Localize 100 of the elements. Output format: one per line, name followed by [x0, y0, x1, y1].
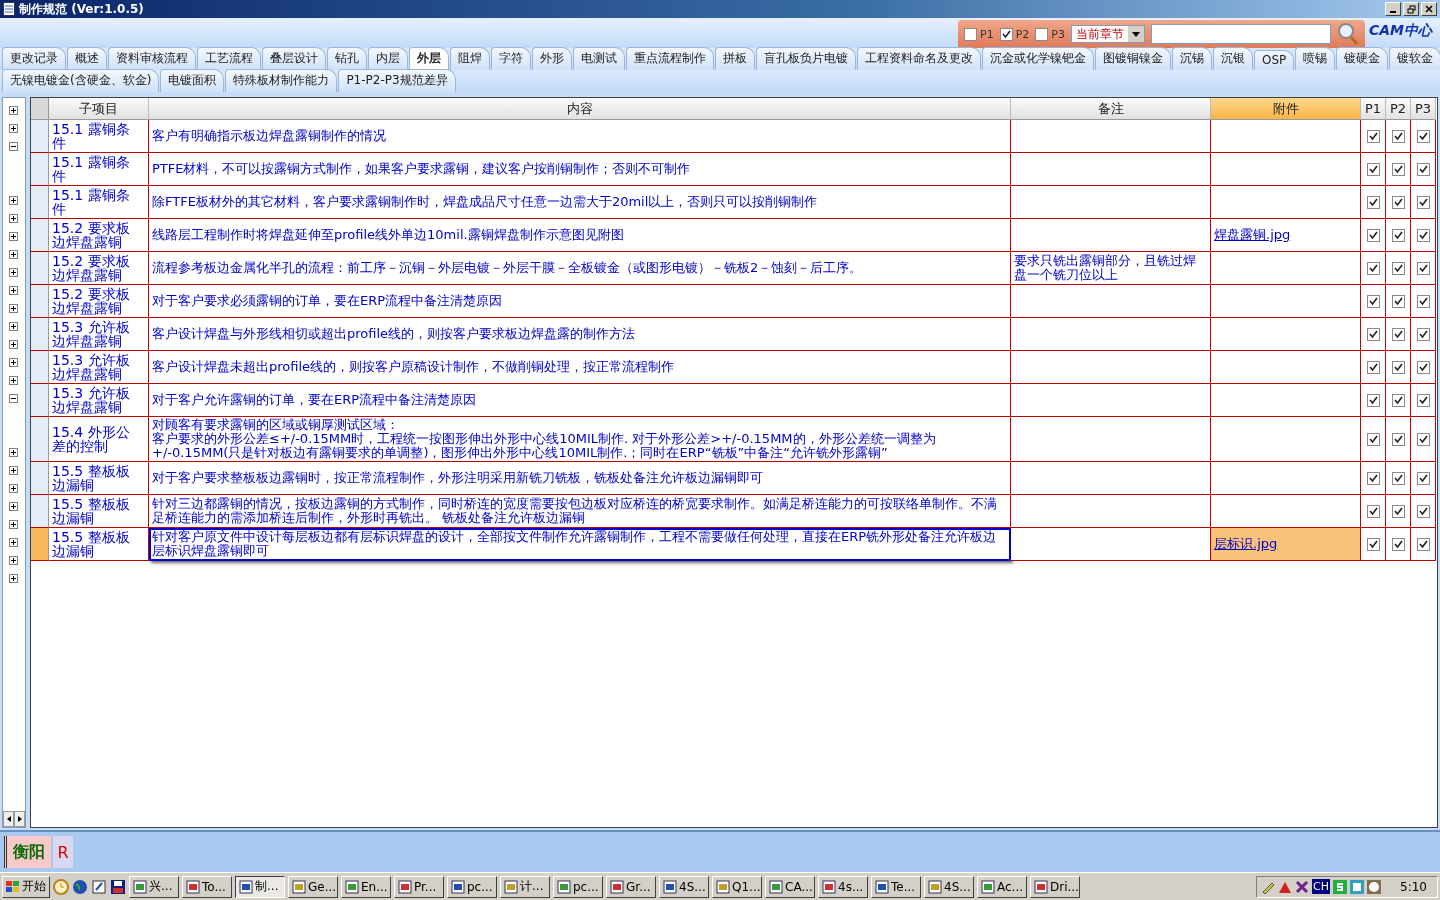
checkbox[interactable]: [1366, 504, 1380, 518]
taskbar-button[interactable]: 4S...: [924, 875, 974, 898]
taskbar-button[interactable]: CA...: [765, 875, 815, 898]
column-header[interactable]: P2: [1386, 98, 1411, 120]
taskbar-button[interactable]: Ac...: [977, 875, 1027, 898]
row-header[interactable]: [31, 252, 49, 285]
minimize-button[interactable]: [1385, 2, 1401, 16]
checkbox[interactable]: [1035, 27, 1049, 41]
expand-node[interactable]: [9, 376, 18, 385]
checkbox[interactable]: [1366, 228, 1380, 242]
row-header[interactable]: [31, 285, 49, 318]
checkbox[interactable]: [1366, 162, 1380, 176]
taskbar-button[interactable]: Pr...: [394, 875, 444, 898]
tab[interactable]: 钻孔: [327, 47, 367, 70]
checkbox[interactable]: [1391, 261, 1405, 275]
taskbar-button[interactable]: Dri...: [1030, 875, 1080, 898]
row-header[interactable]: [31, 528, 49, 561]
tab[interactable]: P1-P2-P3规范差异: [338, 69, 456, 92]
column-header[interactable]: 子项目: [49, 98, 149, 120]
expand-node[interactable]: [9, 502, 18, 511]
expand-node[interactable]: [9, 286, 18, 295]
taskbar-button[interactable]: Ge...: [288, 875, 338, 898]
expand-node[interactable]: [9, 304, 18, 313]
taskbar-button[interactable]: 计...: [500, 875, 550, 898]
row-header[interactable]: [31, 384, 49, 417]
expand-node[interactable]: [9, 232, 18, 241]
expand-node[interactable]: [9, 448, 18, 457]
tab[interactable]: 沉金或化学镍钯金: [982, 47, 1094, 70]
checkbox[interactable]: [1391, 129, 1405, 143]
tab[interactable]: 工艺流程: [197, 47, 261, 70]
tab[interactable]: 沉银: [1213, 47, 1253, 70]
tab[interactable]: 镀硬金: [1336, 47, 1389, 70]
checkbox[interactable]: [1416, 261, 1430, 275]
tab[interactable]: 外形: [532, 47, 572, 70]
expand-node[interactable]: [9, 538, 18, 547]
taskbar-button[interactable]: 4S...: [659, 875, 709, 898]
taskbar-button[interactable]: En...: [341, 875, 391, 898]
tab[interactable]: 喷锡: [1295, 47, 1336, 70]
scroll-left-button[interactable]: [3, 811, 14, 827]
checkbox[interactable]: [1416, 432, 1430, 446]
expand-node[interactable]: [9, 268, 18, 277]
tab[interactable]: 更改记录: [2, 47, 66, 70]
expand-node[interactable]: [9, 214, 18, 223]
expand-node[interactable]: [9, 340, 18, 349]
checkbox[interactable]: [1416, 327, 1430, 341]
column-header[interactable]: 附件: [1211, 98, 1361, 120]
cross-icon[interactable]: [1295, 879, 1310, 894]
taskbar-button[interactable]: To...: [182, 875, 232, 898]
tab[interactable]: 无镍电镀金(含硬金、软金): [2, 69, 160, 92]
checkbox[interactable]: [1416, 228, 1430, 242]
tab[interactable]: 沉锡: [1172, 47, 1212, 70]
checkbox[interactable]: [1366, 327, 1380, 341]
attachment-link[interactable]: 焊盘露铜.jpg: [1214, 228, 1291, 242]
checkbox[interactable]: [1391, 432, 1405, 446]
checkbox[interactable]: [1416, 294, 1430, 308]
clock-icon[interactable]: [1367, 879, 1382, 894]
checkbox[interactable]: [1391, 393, 1405, 407]
start-button[interactable]: 开始: [2, 875, 50, 898]
attachment-link[interactable]: 层标识.jpg: [1214, 537, 1278, 551]
search-icon[interactable]: [1336, 22, 1359, 46]
taskbar-button[interactable]: 制...: [235, 875, 285, 898]
column-header[interactable]: 内容: [149, 98, 1011, 120]
checkbox[interactable]: [1391, 504, 1405, 518]
expand-node[interactable]: [9, 106, 18, 115]
row-header[interactable]: [31, 417, 49, 462]
taskbar-button[interactable]: 兴...: [129, 875, 179, 898]
checkbox[interactable]: [1416, 195, 1430, 209]
checkbox[interactable]: [1391, 162, 1405, 176]
globe-icon[interactable]: [72, 878, 88, 895]
tab[interactable]: 内层: [368, 47, 408, 70]
search-field[interactable]: [1150, 24, 1331, 44]
checkbox[interactable]: [1416, 471, 1430, 485]
tab[interactable]: OSP: [1254, 50, 1295, 70]
checkbox[interactable]: [1366, 261, 1380, 275]
tab[interactable]: 镀软金: [1389, 47, 1440, 70]
clock-icon[interactable]: [53, 878, 69, 895]
collapse-node[interactable]: [9, 142, 18, 151]
row-header[interactable]: [31, 120, 49, 153]
checkbox[interactable]: [1366, 393, 1380, 407]
checkbox[interactable]: [1366, 360, 1380, 374]
tab[interactable]: 字符: [491, 47, 531, 70]
expand-node[interactable]: [9, 484, 18, 493]
row-header[interactable]: [31, 351, 49, 384]
row-header[interactable]: [31, 219, 49, 252]
site-mark[interactable]: R: [53, 836, 73, 868]
expand-node[interactable]: [9, 250, 18, 259]
checkbox[interactable]: [1416, 162, 1430, 176]
tab[interactable]: 外层: [409, 47, 449, 70]
floppy-icon[interactable]: [110, 878, 126, 895]
tab[interactable]: 特殊板材制作能力: [225, 69, 338, 92]
checkbox[interactable]: [1391, 327, 1405, 341]
taskbar-button[interactable]: Te...: [871, 875, 921, 898]
tab[interactable]: 图镀铜镍金: [1095, 47, 1171, 70]
checkbox[interactable]: [1366, 537, 1380, 551]
site-label[interactable]: 衡阳: [4, 836, 51, 868]
expand-node[interactable]: [9, 520, 18, 529]
checkbox[interactable]: [1366, 195, 1380, 209]
checkbox[interactable]: [1391, 294, 1405, 308]
column-header[interactable]: P1: [1361, 98, 1386, 120]
tab[interactable]: 阻焊: [450, 47, 490, 70]
